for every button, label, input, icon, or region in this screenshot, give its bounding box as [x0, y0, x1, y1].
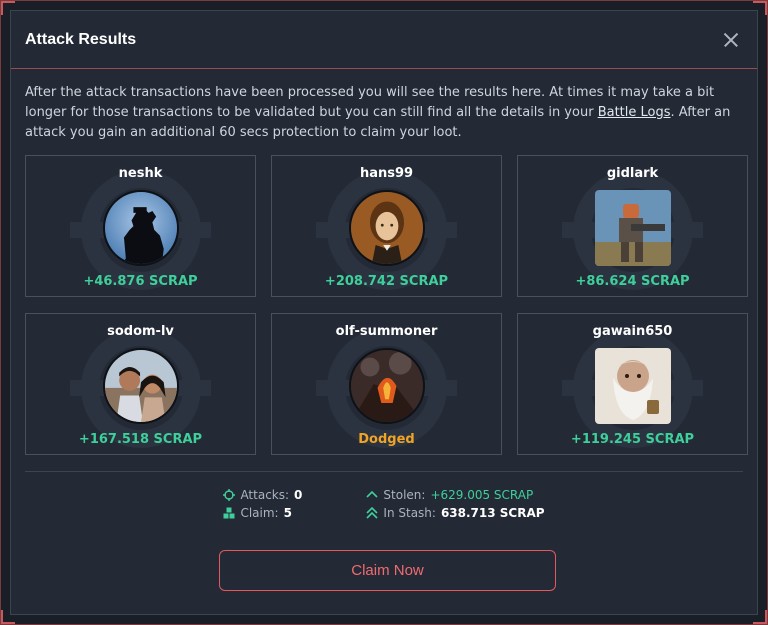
boxes-icon: [223, 507, 235, 519]
stash-label: In Stash:: [383, 506, 436, 520]
robot-soldier-avatar: [594, 190, 671, 266]
divider: [25, 471, 743, 472]
username: hans99: [359, 166, 414, 181]
chevron-up-icon: [366, 489, 378, 501]
result-value: +86.624 SCRAP: [575, 274, 690, 289]
modal-description: After the attack transactions have been …: [11, 69, 757, 143]
close-icon[interactable]: [719, 28, 743, 52]
attacks-stat: Attacks: 0: [223, 488, 302, 502]
modal-title: Attack Results: [25, 30, 137, 48]
attack-results-modal: Attack Results After the attack transact…: [10, 10, 758, 615]
result-value: +119.245 SCRAP: [570, 432, 695, 447]
volcano-avatar: [348, 348, 425, 424]
stolen-label: Stolen:: [383, 488, 426, 502]
silhouette-avatar: [102, 190, 179, 266]
username: neshk: [118, 166, 163, 181]
result-card: gidlark +86.624 SCRAP: [517, 155, 748, 297]
stats-right: Stolen: +629.005 SCRAP In Stash: 638.713…: [366, 488, 545, 520]
claim-value: 5: [283, 506, 292, 520]
battle-logs-link[interactable]: Battle Logs: [598, 105, 671, 120]
attacks-label: Attacks:: [240, 488, 290, 502]
username: olf-summoner: [335, 324, 438, 339]
stolen-value: +629.005 SCRAP: [430, 488, 534, 502]
result-card: neshk +46.876 SCRAP: [25, 155, 256, 297]
portrait-avatar: [348, 190, 425, 266]
stats-summary: Attacks: 0 Claim: 5 Stolen: +629.005 SCR…: [11, 488, 757, 520]
username: sodom-lv: [107, 324, 174, 339]
stolen-stat: Stolen: +629.005 SCRAP: [366, 488, 544, 502]
results-grid: neshk +46.876 SCRAP hans99 +208.742 SCRA…: [25, 155, 748, 455]
result-card: gawain650 +119.245 SCRAP: [517, 313, 748, 455]
result-value: +167.518 SCRAP: [78, 432, 203, 447]
result-value: Dodged: [358, 432, 415, 447]
claim-now-button[interactable]: Claim Now: [219, 550, 556, 591]
result-value: +208.742 SCRAP: [324, 274, 449, 289]
claim-stat: Claim: 5: [223, 506, 302, 520]
claim-label: Claim:: [240, 506, 279, 520]
crosshair-icon: [223, 489, 236, 501]
username: gawain650: [592, 324, 673, 339]
stash-stat: In Stash: 638.713 SCRAP: [366, 506, 545, 520]
stats-left: Attacks: 0 Claim: 5: [223, 488, 302, 520]
modal-header: Attack Results: [11, 11, 757, 69]
couple-photo-avatar: [102, 348, 179, 424]
result-card: olf-summoner Dodged: [271, 313, 502, 455]
double-chevron-up-icon: [366, 507, 378, 519]
stash-value: 638.713 SCRAP: [440, 506, 545, 520]
result-value: +46.876 SCRAP: [83, 274, 198, 289]
result-card: sodom-lv +167.518 SCRAP: [25, 313, 256, 455]
old-dwarf-avatar: [594, 348, 671, 424]
attacks-value: 0: [294, 488, 303, 502]
username: gidlark: [606, 166, 659, 181]
result-card: hans99 +208.742 SCRAP: [271, 155, 502, 297]
